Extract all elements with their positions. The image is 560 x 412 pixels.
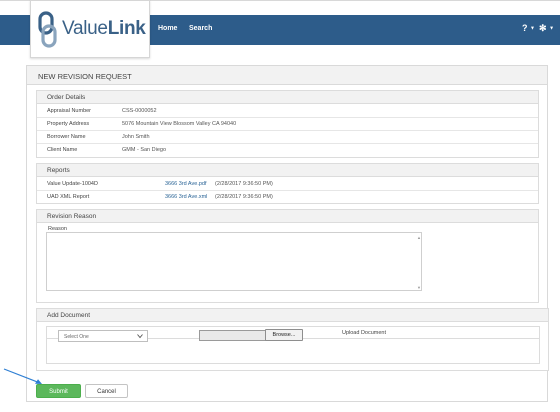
add-document-section: Add Document Document Type Upload Docume… — [36, 308, 549, 371]
borrower-name-value: John Smith — [122, 134, 150, 140]
caret-down-icon: ▼ — [530, 25, 535, 32]
question-circle-icon: ? — [522, 23, 528, 33]
document-type-select-value: Select One — [64, 334, 89, 340]
annotation-arrow-icon — [3, 368, 42, 384]
nav-home-link[interactable]: Home — [158, 25, 177, 32]
page-title: NEW REVISION REQUEST — [38, 72, 132, 81]
chevron-down-icon — [137, 334, 143, 339]
report-type-label: UAD XML Report — [47, 194, 90, 200]
chain-link-icon — [38, 11, 57, 48]
order-details-header: Order Details — [37, 91, 538, 104]
browse-button-label: Browse... — [272, 332, 296, 338]
caret-down-icon: ▼ — [549, 25, 555, 32]
cancel-button[interactable]: Cancel — [85, 384, 128, 398]
gear-icon: ✻ — [539, 23, 547, 33]
logo-text-link: Link — [107, 18, 146, 39]
appraisal-number-value: CSS-0000052 — [122, 108, 157, 114]
upload-document-header: Upload Document — [342, 330, 387, 336]
revision-reason-header: Revision Reason — [37, 210, 538, 223]
add-document-header: Add Document — [37, 309, 548, 322]
reports-header: Reports — [37, 164, 538, 177]
reports-title: Reports — [47, 167, 70, 174]
scroll-up-icon[interactable]: ▲ — [417, 235, 537, 240]
order-details-title: Order Details — [47, 94, 86, 101]
settings-menu[interactable]: ✻ ▼ — [539, 23, 554, 34]
nav-search-link[interactable]: Search — [189, 25, 212, 32]
app-logo[interactable]: ValueLink — [30, 0, 150, 58]
reports-section: Reports Value Update-1004D 3666 3rd Ave.… — [36, 163, 539, 204]
logo-text-value: Value — [62, 18, 108, 39]
help-menu[interactable]: ? ▼ — [522, 23, 535, 33]
order-detail-row: Borrower Name John Smith — [37, 131, 538, 144]
revision-reason-title: Revision Reason — [47, 213, 97, 220]
report-type-label: Value Update-1004D — [47, 181, 98, 187]
report-file-link[interactable]: 3666 3rd Ave.pdf — [165, 181, 207, 187]
file-path-field[interactable] — [199, 330, 267, 341]
appraisal-number-label: Appraisal Number — [47, 108, 92, 114]
report-date: (2/28/2017 9:36:50 PM) — [215, 194, 273, 200]
add-document-title: Add Document — [47, 312, 90, 319]
scroll-down-icon[interactable]: ▼ — [417, 285, 537, 300]
client-name-value: GMM - San Diego — [122, 147, 167, 153]
submit-button[interactable]: Submit — [36, 384, 81, 398]
order-detail-row: Property Address 5076 Mountain View Blos… — [37, 118, 538, 131]
panel-header: NEW REVISION REQUEST — [27, 66, 547, 85]
reason-textarea[interactable] — [46, 232, 422, 291]
property-address-label: Property Address — [47, 121, 90, 127]
report-date: (2/28/2017 9:36:50 PM) — [215, 181, 273, 187]
order-detail-row: Appraisal Number CSS-0000052 — [37, 105, 538, 118]
order-detail-row: Client Name GMM - San Diego — [37, 144, 538, 157]
borrower-name-label: Borrower Name — [47, 134, 86, 140]
report-row: UAD XML Report 3666 3rd Ave.xml (2/28/20… — [37, 191, 538, 204]
property-address-value: 5076 Mountain View Blossom Valley CA 940… — [122, 121, 237, 127]
revision-reason-section: Revision Reason Reason ▲ ▼ — [36, 209, 539, 303]
logo-wordmark: ValueLink — [62, 18, 146, 40]
report-file-link[interactable]: 3666 3rd Ave.xml — [165, 194, 207, 200]
order-details-section: Order Details Appraisal Number CSS-00000… — [36, 90, 539, 158]
revision-request-panel: NEW REVISION REQUEST Order Details Appra… — [26, 65, 549, 402]
client-name-label: Client Name — [47, 147, 78, 153]
report-row: Value Update-1004D 3666 3rd Ave.pdf (2/2… — [37, 178, 538, 191]
document-type-select[interactable]: Select One — [58, 330, 148, 342]
browse-button[interactable]: Browse... — [265, 329, 303, 341]
